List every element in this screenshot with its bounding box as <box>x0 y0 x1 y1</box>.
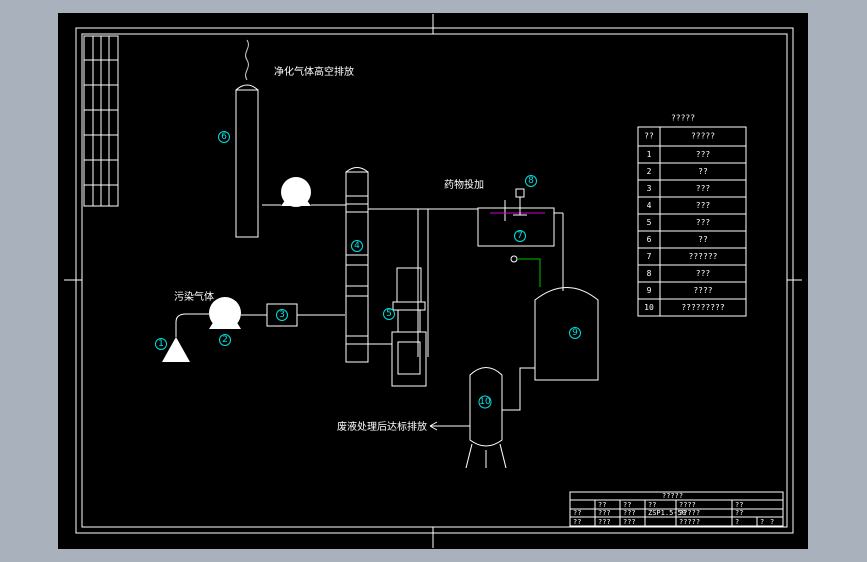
marker-3: 3 <box>279 310 285 320</box>
parts-row-no: 3 <box>647 184 652 193</box>
polluted-gas-label: 污染气体 <box>174 290 214 303</box>
parts-row-name: ?? <box>698 167 708 176</box>
parts-table-title: ????? <box>671 114 695 123</box>
parts-row-no: 10 <box>644 303 654 312</box>
drawing-canvas: 净化气体高空排放 药物投加 污染气体 废液处理后达标排放 1 2 3 4 5 6… <box>58 13 808 549</box>
parts-row-name: ?? <box>698 235 708 244</box>
wastewater-label: 废液处理后达标排放 <box>337 420 427 433</box>
title-block-cell: ?? <box>598 501 606 509</box>
marker-2: 2 <box>222 335 228 345</box>
parts-row-name: ??? <box>696 184 711 193</box>
parts-row-name: ?????? <box>689 252 718 261</box>
exhaust-label: 净化气体高空排放 <box>274 65 354 78</box>
drawing-sheet <box>58 13 808 549</box>
title-block-cell: ??? <box>598 509 611 517</box>
title-block-cell: ? <box>760 518 764 526</box>
parts-header-no: ?? <box>644 132 654 141</box>
parts-row-no: 7 <box>647 252 652 261</box>
title-block-cell: ??? <box>623 518 636 526</box>
title-block-cell: ?? <box>573 518 581 526</box>
parts-row-name: ??? <box>696 150 711 159</box>
marker-1: 1 <box>158 339 164 349</box>
title-block-heading: ????? <box>662 492 683 500</box>
parts-row-name: ??? <box>696 269 711 278</box>
title-block-cell: ? <box>770 518 774 526</box>
parts-row-no: 6 <box>647 235 652 244</box>
parts-row-no: 4 <box>647 201 652 210</box>
parts-row-name: ???? <box>693 286 712 295</box>
title-block-cell: ?? <box>735 501 743 509</box>
title-block-cell: ????? <box>679 509 700 517</box>
title-block-cell: ???? <box>679 501 696 509</box>
marker-5: 5 <box>386 309 392 319</box>
parts-row-no: 1 <box>647 150 652 159</box>
marker-8: 8 <box>528 176 534 186</box>
dosing-label: 药物投加 <box>444 178 484 191</box>
title-block-cell: ?? <box>623 501 631 509</box>
title-block-cell: ?? <box>573 509 581 517</box>
marker-9: 9 <box>572 328 578 338</box>
title-block-cell: ??? <box>598 518 611 526</box>
marker-7: 7 <box>517 231 523 241</box>
title-block-cell: ?? <box>648 501 656 509</box>
parts-row-name: ??? <box>696 201 711 210</box>
parts-row-no: 8 <box>647 269 652 278</box>
title-block-cell: ? <box>735 518 739 526</box>
parts-row-no: 2 <box>647 167 652 176</box>
parts-row-no: 5 <box>647 218 652 227</box>
marker-10: 10 <box>479 397 491 407</box>
marker-4: 4 <box>354 241 360 251</box>
parts-row-name: ??? <box>696 218 711 227</box>
parts-header-name: ????? <box>691 132 715 141</box>
parts-row-no: 9 <box>647 286 652 295</box>
parts-row-name: ????????? <box>681 303 725 312</box>
upper-fan <box>281 177 311 207</box>
title-block-cell: ??? <box>623 509 636 517</box>
title-block-cell: ?? <box>735 509 743 517</box>
marker-6: 6 <box>221 132 227 142</box>
title-block-cell: ????? <box>679 518 700 526</box>
